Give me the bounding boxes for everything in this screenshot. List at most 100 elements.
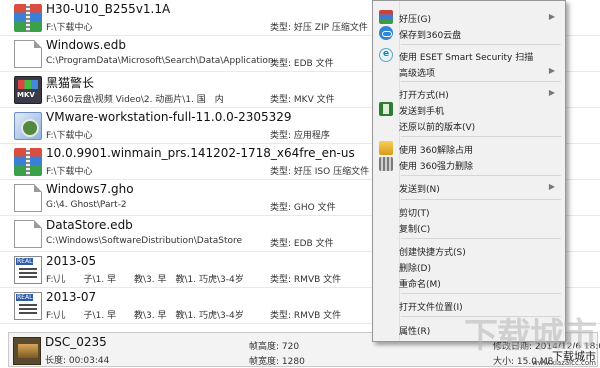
file-name: 2013-05 <box>46 254 97 268</box>
unlock-icon <box>379 141 393 155</box>
menu-item-copy[interactable]: 复制(C) <box>373 217 565 237</box>
file-type: 类型: 好压 ISO 压缩文件 <box>270 164 369 177</box>
file-type-label: 类型: <box>270 275 292 285</box>
modified-value: 2014/12/6 18:09 <box>534 342 600 352</box>
modified-label: 修改日期: <box>493 342 533 352</box>
submenu-arrow-icon: ▶ <box>548 66 555 75</box>
file-type-value: MKV 文件 <box>293 95 335 105</box>
realmedia-icon <box>14 292 42 320</box>
file-type: 类型: RMVB 文件 <box>270 308 341 321</box>
file-type-label: 类型: <box>270 59 292 69</box>
file-path: F:\儿 子\1. 早 教\3. 早 教\1. 巧虎\3-4岁 <box>46 311 244 321</box>
menu-item-label: 重命名(M) <box>399 280 441 290</box>
frame-height: 帧高度: 720 <box>249 339 299 352</box>
menu-item-restore-previous[interactable]: 还原以前的版本(V) <box>373 115 565 135</box>
menu-item-label: 使用 360强力删除 <box>399 162 474 172</box>
file-type-value: RMVB 文件 <box>293 275 342 285</box>
file-type: 类型: 应用程序 <box>270 128 330 141</box>
menu-item-label: 高级选项 <box>399 69 436 79</box>
frame-width-value: 1280 <box>281 357 305 367</box>
installer-icon <box>14 112 42 140</box>
winrar-archive-icon <box>14 4 42 32</box>
length-value: 00:03:44 <box>68 356 110 366</box>
file-type: 类型: GHO 文件 <box>270 200 336 213</box>
menu-item-label: 保存到360云盘 <box>399 31 462 41</box>
file-type-value: 好压 ISO 压缩文件 <box>293 167 370 177</box>
menu-separator <box>401 136 561 137</box>
mkv-video-icon <box>14 76 42 104</box>
menu-item-360-force-delete[interactable]: 使用 360强力删除 <box>373 154 565 174</box>
menu-item-save-360-cloud[interactable]: 保存到360云盘 <box>373 23 565 43</box>
menu-separator <box>401 81 561 82</box>
file-type: 类型: 好压 ZIP 压缩文件 <box>270 20 368 33</box>
file-type-label: 类型: <box>270 131 292 141</box>
frame-width-label: 帧宽度: <box>249 357 280 367</box>
size-label: 大小: <box>493 357 515 367</box>
file-size: 大小: 15.0 MB <box>493 354 554 367</box>
size-value: 15.0 MB <box>516 357 554 367</box>
frame-width: 帧宽度: 1280 <box>249 354 305 367</box>
menu-separator <box>401 238 561 239</box>
file-name: DataStore.edb <box>46 218 133 232</box>
menu-item-send-to[interactable]: 发送到(N) ▶ <box>373 177 565 197</box>
document-icon <box>14 220 42 248</box>
file-type-label: 类型: <box>270 23 292 33</box>
file-type: 类型: EDB 文件 <box>270 236 334 249</box>
cloud-save-icon <box>379 26 393 40</box>
submenu-arrow-icon: ▶ <box>548 88 555 97</box>
file-type: 类型: EDB 文件 <box>270 56 334 69</box>
file-name: 黑猫警长 <box>46 76 95 90</box>
file-type: 类型: RMVB 文件 <box>270 272 341 285</box>
video-thumbnail-icon <box>13 337 41 365</box>
file-name: 10.0.9901.winmain_prs.141202-1718_x64fre… <box>46 146 355 160</box>
file-name: Windows7.gho <box>46 182 134 196</box>
winrar-archive-icon <box>14 148 42 176</box>
file-name: 2013-07 <box>46 290 97 304</box>
menu-item-rename[interactable]: 重命名(M) <box>373 272 565 292</box>
submenu-arrow-icon: ▶ <box>548 182 555 191</box>
menu-separator <box>401 175 561 176</box>
length-label: 长度: <box>45 356 67 366</box>
file-type-value: 好压 ZIP 压缩文件 <box>293 23 368 33</box>
file-name: VMware-workstation-full-11.0.0-2305329 <box>46 110 292 124</box>
frame-height-value: 720 <box>281 342 300 352</box>
menu-item-label: 复制(C) <box>399 225 431 235</box>
file-path: C:\ProgramData\Microsoft\Search\Data\App… <box>46 56 283 66</box>
realmedia-icon <box>14 256 42 284</box>
file-name: DSC_0235 <box>45 335 107 349</box>
shredder-icon <box>379 157 393 171</box>
file-path: F:\360云盘\视频 Video\2. 动画片\1. 国 内 <box>46 95 224 105</box>
file-path: F:\下载中心 <box>46 131 93 141</box>
file-path: G:\4. Ghost\Part-2 <box>46 200 127 210</box>
submenu-arrow-icon: ▶ <box>548 12 555 21</box>
menu-separator <box>401 199 561 200</box>
menu-item-advanced-options[interactable]: 高级选项 ▶ <box>373 61 565 81</box>
menu-item-open-file-location[interactable]: 打开文件位置(I) <box>373 295 565 315</box>
file-type-value: 应用程序 <box>293 131 330 141</box>
frame-height-label: 帧高度: <box>249 342 280 352</box>
file-path: F:\下载中心 <box>46 23 93 33</box>
menu-item-label: 还原以前的版本(V) <box>399 123 476 133</box>
file-type-value: EDB 文件 <box>293 239 334 249</box>
menu-item-properties[interactable]: 属性(R) <box>373 319 565 339</box>
file-type-label: 类型: <box>270 311 292 321</box>
eset-icon <box>379 48 393 62</box>
file-path: F:\下载中心 <box>46 167 93 177</box>
file-type: 类型: MKV 文件 <box>270 92 335 105</box>
file-type-label: 类型: <box>270 239 292 249</box>
file-type-value: EDB 文件 <box>293 59 334 69</box>
file-name: Windows.edb <box>46 38 126 52</box>
document-icon <box>14 184 42 212</box>
menu-item-label: 属性(R) <box>399 327 431 337</box>
file-type-label: 类型: <box>270 203 292 213</box>
file-type-value: RMVB 文件 <box>293 311 342 321</box>
context-menu: 好压(G) ▶ 保存到360云盘 使用 ESET Smart Security … <box>372 0 566 342</box>
menu-item-label: 打开文件位置(I) <box>399 303 463 313</box>
file-type-label: 类型: <box>270 95 292 105</box>
file-name: H30-U10_B255v1.1A <box>46 2 171 16</box>
file-path: F:\儿 子\1. 早 教\3. 早 教\1. 巧虎\3-4岁 <box>46 275 244 285</box>
haozip-icon <box>379 10 393 24</box>
menu-item-label: 发送到(N) <box>399 185 440 195</box>
file-type-value: GHO 文件 <box>293 203 336 213</box>
menu-separator <box>401 316 561 317</box>
